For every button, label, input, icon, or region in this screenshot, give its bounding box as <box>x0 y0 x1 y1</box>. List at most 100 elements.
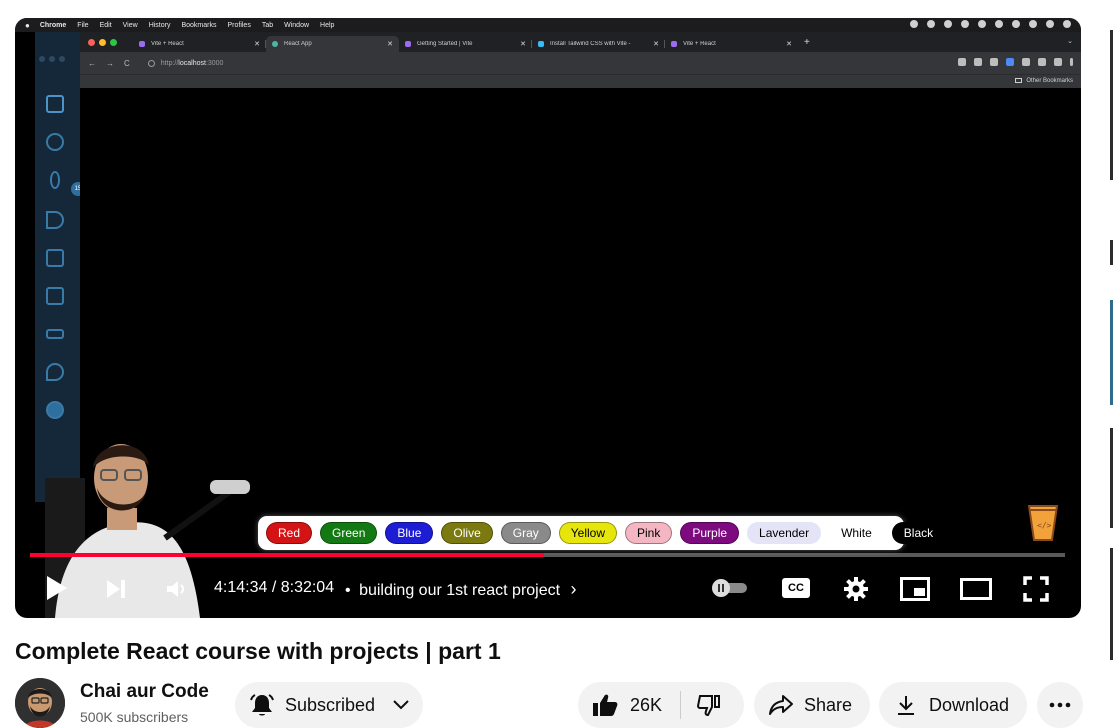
explorer-icon <box>35 86 75 122</box>
download-button[interactable]: Download <box>879 682 1027 728</box>
menubar-app-name: Chrome <box>39 21 67 29</box>
bookmarks-bar: Other Bookmarks <box>80 74 1081 88</box>
color-button-gray[interactable]: Gray <box>500 522 551 544</box>
progress-bar[interactable] <box>30 553 1065 557</box>
like-count: 26K <box>630 694 663 715</box>
close-icon: ✕ <box>520 41 526 48</box>
docker-icon <box>35 316 75 352</box>
browser-tab: Vite + React ✕ <box>665 36 798 52</box>
fullscreen-icon <box>1023 576 1049 602</box>
address-bar: http://localhost:3000 <box>141 55 902 71</box>
remote-explorer-icon <box>35 278 75 314</box>
pin-icon <box>35 354 75 390</box>
play-button[interactable] <box>41 572 73 604</box>
menu-help: Help <box>320 21 335 29</box>
volume-icon <box>167 581 185 597</box>
site-info-icon <box>147 59 155 67</box>
chevron-right-icon: › <box>570 579 577 599</box>
bell-icon <box>250 694 274 716</box>
time-display: 4:14:34 / 8:32:04 <box>214 579 335 596</box>
forward-icon: → <box>106 58 114 68</box>
fullscreen-button[interactable] <box>1020 574 1052 604</box>
color-button-yellow[interactable]: Yellow <box>558 522 618 544</box>
window-dots <box>39 56 65 62</box>
apple-icon: ● <box>25 20 30 30</box>
share-button[interactable]: Share <box>754 682 870 728</box>
source-control-icon <box>35 162 75 198</box>
menu-bookmarks: Bookmarks <box>181 21 217 29</box>
browser-tab: Vite + React ✕ <box>133 36 266 52</box>
color-button-bar: Red Green Blue Olive Gray Yellow Pink Purple Lav… <box>258 516 946 550</box>
next-button[interactable] <box>101 574 131 604</box>
browser-tab: Getting Started | Vite ✕ <box>399 36 532 52</box>
captions-button[interactable]: CC <box>780 576 812 600</box>
browser-tab: Install Tailwind CSS with Vite - ✕ <box>532 36 665 52</box>
chevron-down-icon: ⌄ <box>1067 38 1073 45</box>
color-button-purple[interactable]: Purple <box>680 522 740 544</box>
theater-mode-button[interactable] <box>958 576 994 602</box>
dislike-button[interactable] <box>681 682 721 728</box>
theater-icon <box>960 578 992 600</box>
menu-profiles: Profiles <box>227 21 251 29</box>
menu-edit: Edit <box>99 21 112 29</box>
menu-view: View <box>122 21 138 29</box>
mac-status-icons <box>910 20 1071 28</box>
like-button[interactable]: 26K <box>578 682 662 728</box>
chapter-button[interactable]: • building our 1st react project › <box>345 579 577 600</box>
close-icon: ✕ <box>786 41 792 48</box>
extensions-icon <box>35 240 75 276</box>
new-tab-icon: + <box>804 37 810 48</box>
color-button-black[interactable]: Black <box>891 522 946 544</box>
chapter-separator: • <box>345 582 351 599</box>
color-button-olive[interactable]: Olive <box>441 522 493 544</box>
color-button-red[interactable]: Red <box>266 522 313 544</box>
download-icon <box>898 696 914 715</box>
url-host: localhost <box>178 59 206 67</box>
tailwind-icon <box>538 41 544 47</box>
traffic-lights <box>88 32 117 52</box>
mac-menubar: ● Chrome File Edit View History Bookmark… <box>15 18 1081 32</box>
color-button-lavender[interactable]: Lavender <box>747 522 822 544</box>
reload-icon: C <box>124 58 130 68</box>
folder-icon <box>1015 78 1023 83</box>
color-button-white[interactable]: White <box>829 522 884 544</box>
channel-name[interactable]: Chai aur Code <box>80 681 209 703</box>
more-actions-button[interactable] <box>1037 682 1083 728</box>
subscribed-button[interactable]: Subscribed <box>235 682 423 728</box>
color-button-blue[interactable]: Blue <box>385 522 434 544</box>
menu-history: History <box>148 21 171 29</box>
react-icon <box>272 41 278 47</box>
download-label: Download <box>929 694 1010 715</box>
more-horizontal-icon <box>1049 702 1071 708</box>
vite-icon <box>405 41 411 47</box>
chai-cup-logo: </> <box>1027 505 1059 541</box>
mute-button[interactable] <box>161 574 191 604</box>
video-player[interactable]: ● Chrome File Edit View History Bookmark… <box>15 18 1081 618</box>
channel-avatar[interactable] <box>15 678 65 728</box>
svg-text:</>: </> <box>1037 521 1052 530</box>
other-bookmarks: Other Bookmarks <box>1026 78 1073 85</box>
search-icon <box>35 124 75 160</box>
thumbs-down-icon <box>697 695 721 717</box>
url-port: :3000 <box>205 59 224 67</box>
menu-file: File <box>77 21 89 29</box>
chapter-title: building our 1st react project <box>359 582 561 599</box>
gear-icon <box>844 577 868 601</box>
like-dislike-group: 26K <box>578 682 744 728</box>
miniplayer-button[interactable] <box>899 576 931 602</box>
menu-tab: Tab <box>261 21 274 29</box>
color-button-pink[interactable]: Pink <box>625 522 673 544</box>
browser-toolbar: ← → C http://localhost:3000 <box>80 52 1081 74</box>
autoplay-toggle[interactable] <box>708 578 752 598</box>
color-button-green[interactable]: Green <box>320 522 378 544</box>
cc-icon: CC <box>782 578 810 598</box>
close-icon: ✕ <box>254 41 260 48</box>
autoplay-icon <box>712 579 747 597</box>
back-icon: ← <box>88 58 96 68</box>
settings-button[interactable] <box>841 574 871 604</box>
share-label: Share <box>804 694 853 715</box>
close-icon: ✕ <box>387 41 393 48</box>
player-controls: 4:14:34 / 8:32:04 • building our 1st rea… <box>15 568 1081 608</box>
close-icon: ✕ <box>653 41 659 48</box>
tab-strip: Vite + React ✕ React App ✕ Getting Start… <box>80 32 1081 52</box>
